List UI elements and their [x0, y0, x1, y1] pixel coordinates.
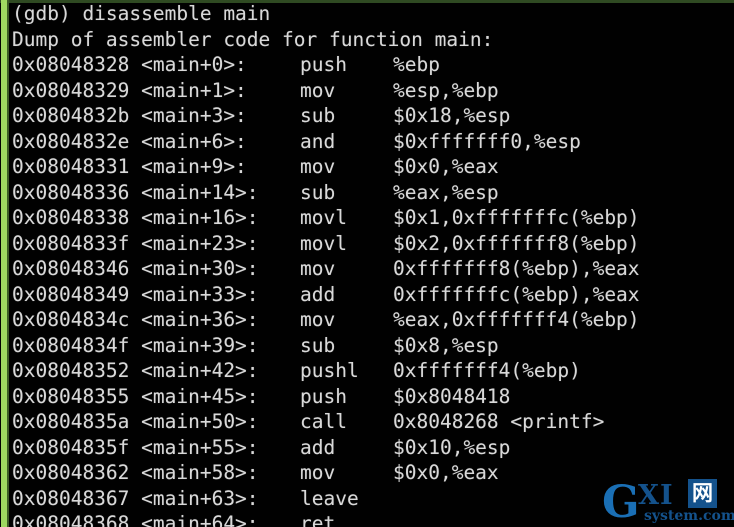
- instruction-mnemonic: mov: [300, 257, 336, 280]
- instruction-address: 0x0804832b <main+3>:: [12, 104, 247, 127]
- disassembly-row: 0x0804835a <main+50>: call 0x8048268 <prin…: [12, 409, 604, 435]
- instruction-address: 0x08048346 <main+30>:: [12, 257, 259, 280]
- instruction-mnemonic: add: [300, 435, 336, 459]
- instruction-mnemonic: push: [300, 53, 347, 76]
- disassembly-row: 0x08048362 <main+58>: mov $0x0,%eax: [12, 460, 499, 486]
- instruction-address: 0x0804834f <main+39>:: [12, 333, 259, 357]
- instruction-operands: 0xfffffff8(%ebp),%eax: [393, 257, 640, 280]
- instruction-address: 0x0804835f <main+55>:: [12, 435, 259, 459]
- instruction-mnemonic: sub: [300, 333, 336, 357]
- instruction-operands: %eax,%esp: [393, 180, 499, 204]
- instruction-address: 0x0804833f <main+23>:: [12, 231, 259, 255]
- instruction-mnemonic: movl: [300, 231, 347, 255]
- instruction-mnemonic: push: [300, 384, 347, 408]
- instruction-operands: %ebp: [393, 53, 440, 76]
- disassembly-row: 0x08048352 <main+42>: pushl 0xfffffff4(%eb…: [12, 358, 581, 384]
- disassembly-row: 0x0804833f <main+23>: movl $0x2,0xfffffff8…: [12, 231, 640, 257]
- instruction-mnemonic: leave: [300, 486, 359, 510]
- instruction-address: 0x08048349 <main+33>:: [12, 282, 259, 306]
- instruction-mnemonic: pushl: [300, 359, 359, 382]
- disassembly-row: 0x08048331 <main+9>: mov $0x0,%eax: [12, 154, 499, 180]
- disassembly-row: 0x08048328 <main+0>: push %ebp: [12, 52, 440, 78]
- instruction-mnemonic: mov: [300, 78, 336, 102]
- instruction-address: 0x08048352 <main+42>:: [12, 359, 259, 382]
- instruction-operands: $0x0,%eax: [393, 461, 499, 484]
- instruction-address: 0x08048328 <main+0>:: [12, 53, 247, 76]
- instruction-operands: 0xfffffffc(%ebp),%eax: [393, 282, 640, 306]
- instruction-mnemonic: mov: [300, 308, 336, 331]
- instruction-address: 0x08048355 <main+45>:: [12, 384, 259, 408]
- instruction-mnemonic: add: [300, 282, 336, 306]
- instruction-operands: $0xfffffff0,%esp: [393, 129, 581, 153]
- instruction-address: 0x08048336 <main+14>:: [12, 180, 259, 204]
- instruction-operands: 0x8048268 <printf>: [393, 410, 605, 433]
- disassembly-row: 0x0804835f <main+55>: add $0x10,%esp: [12, 435, 510, 461]
- instruction-mnemonic: and: [300, 129, 336, 153]
- instruction-address: 0x0804834c <main+36>:: [12, 308, 259, 331]
- instruction-address: 0x08048338 <main+16>:: [12, 206, 259, 229]
- disassembly-row: 0x08048367 <main+63>: leave: [12, 486, 393, 512]
- instruction-mnemonic: ret: [300, 512, 336, 527]
- instruction-address: 0x08048331 <main+9>:: [12, 155, 247, 178]
- dump-header-line: Dump of assembler code for function main…: [12, 27, 494, 51]
- disassembly-row: 0x08048349 <main+33>: add 0xfffffffc(%ebp)…: [12, 282, 640, 308]
- disassembly-row: 0x0804834c <main+36>: mov %eax,0xfffffff4(…: [12, 307, 640, 333]
- disassembly-row: 0x08048368 <main+64>: ret: [12, 511, 393, 527]
- instruction-mnemonic: call: [300, 410, 347, 433]
- instruction-address: 0x0804835a <main+50>:: [12, 410, 259, 433]
- instruction-operands: $0x10,%esp: [393, 435, 511, 459]
- terminal-window: (gdb) disassemble main Dump of assembler …: [0, 0, 734, 527]
- instruction-mnemonic: mov: [300, 461, 336, 484]
- instruction-address: 0x08048362 <main+58>:: [12, 461, 259, 484]
- instruction-operands: $0x8048418: [393, 384, 511, 408]
- disassembly-row: 0x08048329 <main+1>: mov %esp,%ebp: [12, 78, 499, 104]
- instruction-operands: 0xfffffff4(%ebp): [393, 359, 581, 382]
- instruction-operands: $0x0,%eax: [393, 155, 499, 178]
- instruction-mnemonic: sub: [300, 180, 336, 204]
- disassembly-row: 0x08048338 <main+16>: movl $0x1,0xfffffffc…: [12, 205, 640, 231]
- instruction-operands: $0x8,%esp: [393, 333, 499, 357]
- disassembly-row: 0x0804834f <main+39>: sub $0x8,%esp: [12, 333, 499, 359]
- instruction-operands: %eax,0xfffffff4(%ebp): [393, 308, 640, 331]
- disassembly-row: 0x0804832e <main+6>: and $0xfffffff0,%esp: [12, 129, 581, 155]
- terminal-output[interactable]: (gdb) disassemble main Dump of assembler …: [0, 0, 734, 527]
- disassembly-row: 0x0804832b <main+3>: sub $0x18,%esp: [12, 103, 510, 129]
- disassembly-row: 0x08048336 <main+14>: sub %eax,%esp: [12, 180, 499, 206]
- instruction-operands: $0x1,0xfffffffc(%ebp): [393, 206, 640, 229]
- disassembly-row: 0x08048355 <main+45>: push $0x8048418: [12, 384, 510, 410]
- instruction-operands: $0x2,0xfffffff8(%ebp): [393, 231, 640, 255]
- gdb-prompt-line[interactable]: (gdb) disassemble main: [12, 1, 270, 27]
- instruction-address: 0x08048368 <main+64>:: [12, 512, 259, 527]
- instruction-address: 0x08048329 <main+1>:: [12, 78, 247, 102]
- instruction-mnemonic: movl: [300, 206, 347, 229]
- instruction-mnemonic: sub: [300, 104, 336, 127]
- instruction-mnemonic: mov: [300, 155, 336, 178]
- disassembly-row: 0x08048346 <main+30>: mov 0xfffffff8(%ebp)…: [12, 256, 640, 282]
- instruction-address: 0x08048367 <main+63>:: [12, 486, 259, 510]
- instruction-address: 0x0804832e <main+6>:: [12, 129, 247, 153]
- instruction-operands: %esp,%ebp: [393, 78, 499, 102]
- instruction-operands: $0x18,%esp: [393, 104, 511, 127]
